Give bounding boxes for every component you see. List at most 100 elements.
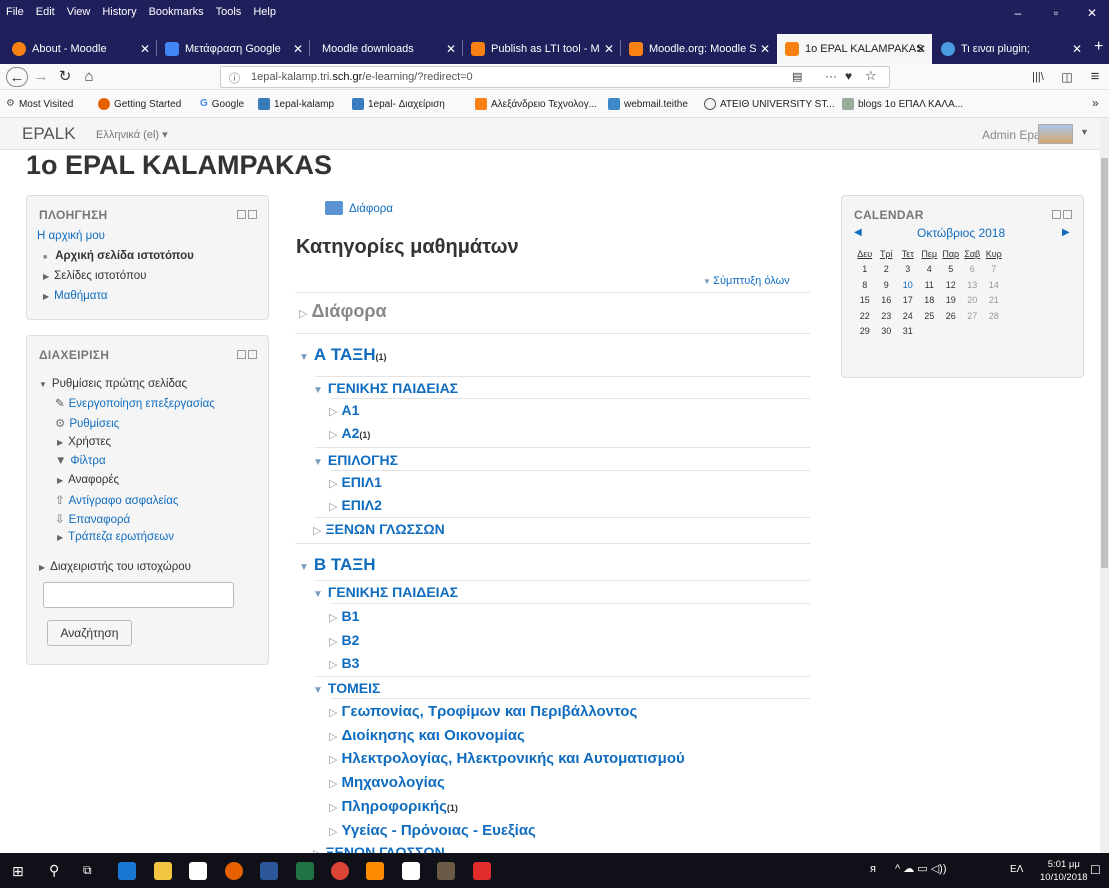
- category-ygeias[interactable]: ▷ Υγείας - Πρόνοιας - Ευεξίας: [329, 822, 536, 839]
- restore-link[interactable]: ⇩ Επαναφορά: [55, 512, 130, 526]
- nav-site-pages[interactable]: ▶ Σελίδες ιστοτόπου: [43, 270, 146, 282]
- close-tab-icon[interactable]: ✕: [446, 42, 456, 56]
- calendar-day[interactable]: 28: [983, 308, 1005, 324]
- file-explorer-icon[interactable]: [154, 862, 172, 880]
- task-view-icon[interactable]: ⧉: [83, 863, 92, 878]
- nav-my-home[interactable]: Η αρχική μου: [37, 230, 105, 242]
- acrobat-icon[interactable]: [473, 862, 491, 880]
- menu-tools[interactable]: Tools: [216, 6, 242, 18]
- bookmark-1epal-kalamp[interactable]: 1epal-kalamp: [258, 98, 334, 110]
- reports-link[interactable]: ▶ Αναφορές: [57, 474, 119, 486]
- chrome-icon[interactable]: [331, 862, 349, 880]
- search-button[interactable]: Αναζήτηση: [47, 620, 132, 646]
- admin-search-input[interactable]: [43, 582, 234, 608]
- hamburger-menu-icon[interactable]: ≡: [1084, 67, 1106, 87]
- info-icon[interactable]: ⓘ: [229, 70, 240, 86]
- calendar-day[interactable]: 21: [983, 293, 1005, 309]
- calendar-day[interactable]: 12: [940, 277, 962, 293]
- word-icon[interactable]: [260, 862, 278, 880]
- front-page-settings[interactable]: ▼ Ρυθμίσεις πρώτης σελίδας: [39, 378, 187, 390]
- back-icon[interactable]: ←: [6, 67, 28, 87]
- calendar-day[interactable]: 18: [919, 293, 941, 309]
- forward-icon[interactable]: →: [30, 67, 52, 87]
- calendar-day[interactable]: 26: [940, 308, 962, 324]
- bookmark-1epal-admin[interactable]: 1epal- Διαχείριση: [352, 98, 445, 110]
- close-tab-icon[interactable]: ✕: [140, 42, 150, 56]
- calendar-day[interactable]: 9: [876, 277, 898, 293]
- search-icon[interactable]: ⚲: [49, 862, 59, 879]
- document-icon[interactable]: [402, 862, 420, 880]
- reader-view-icon[interactable]: ▤: [792, 70, 802, 83]
- site-administration-link[interactable]: ▶ Διαχειριστής του ιστοχώρου: [39, 561, 191, 573]
- edge-icon[interactable]: [118, 862, 136, 880]
- next-month-icon[interactable]: ▶: [1062, 227, 1070, 238]
- category-pliroforikis[interactable]: ▷ Πληροφορικής(1): [329, 798, 458, 815]
- bookmark-getting-started[interactable]: Getting Started: [98, 98, 181, 110]
- backup-link[interactable]: ⇧ Αντίγραφο ασφαλείας: [55, 493, 178, 507]
- calendar-day[interactable]: 20: [962, 293, 984, 309]
- nav-site-home[interactable]: ■ Αρχική σελίδα ιστοτόπου: [43, 250, 194, 262]
- category-epil2[interactable]: ▷ ΕΠΙΛ2: [329, 497, 382, 513]
- category-dioikisis[interactable]: ▷ Διοίκησης και Οικονομίας: [329, 727, 525, 744]
- close-tab-icon[interactable]: ✕: [293, 42, 303, 56]
- calendar-day[interactable]: 7: [983, 262, 1005, 278]
- calendar-day[interactable]: 31: [897, 324, 919, 340]
- calendar-day[interactable]: 15: [854, 293, 876, 309]
- category-b-tomeis[interactable]: ▼ ΤΟΜΕΙΣ: [313, 680, 380, 696]
- calendar-day[interactable]: 2: [876, 262, 898, 278]
- library-icon[interactable]: |||\: [1027, 67, 1049, 87]
- calendar-day[interactable]: 17: [897, 293, 919, 309]
- category-b1[interactable]: ▷ Β1: [329, 608, 359, 624]
- menu-help[interactable]: Help: [253, 6, 276, 18]
- calendar-day[interactable]: 11: [919, 277, 941, 293]
- category-geoponias[interactable]: ▷ Γεωπονίας, Τροφίμων και Περιβάλλοντος: [329, 703, 637, 720]
- menu-history[interactable]: History: [102, 6, 136, 18]
- page-actions-icon[interactable]: ···: [825, 69, 837, 83]
- reload-icon[interactable]: ↻: [54, 67, 76, 87]
- settings-link[interactable]: ⚙ Ρυθμίσεις: [55, 416, 119, 430]
- site-brand[interactable]: EPALK: [22, 124, 76, 144]
- windows-start-icon[interactable]: ⊞: [12, 863, 24, 880]
- bookmark-blogs[interactable]: blogs 1ο ΕΠΑΛ ΚΑΛΑ...: [842, 98, 963, 110]
- bookmark-google[interactable]: G Google: [200, 98, 244, 110]
- taskbar-clock[interactable]: 5:01 μμ 10/10/2018: [1040, 858, 1088, 884]
- calendar-day[interactable]: 4: [919, 262, 941, 278]
- previous-month-icon[interactable]: ◀: [854, 227, 862, 238]
- restore-icon[interactable]: ▫: [1042, 6, 1070, 20]
- close-tab-icon[interactable]: ✕: [1072, 42, 1082, 56]
- calendar-day[interactable]: 29: [854, 324, 876, 340]
- calendar-day[interactable]: 3: [897, 262, 919, 278]
- calendar-day[interactable]: 23: [876, 308, 898, 324]
- close-tab-icon[interactable]: ✕: [916, 42, 926, 56]
- excel-icon[interactable]: [296, 862, 314, 880]
- close-tab-icon[interactable]: ✕: [604, 42, 614, 56]
- app-icon[interactable]: [366, 862, 384, 880]
- category-a-epilogis[interactable]: ▼ ΕΠΙΛΟΓΗΣ: [313, 452, 398, 468]
- category-a2[interactable]: ▷ Α2(1): [329, 425, 370, 441]
- turn-editing-on[interactable]: ✎ Ενεργοποίηση επεξεργασίας: [55, 396, 215, 410]
- filters-link[interactable]: ▼ Φίλτρα: [55, 455, 106, 467]
- menu-edit[interactable]: Edit: [36, 6, 55, 18]
- menu-view[interactable]: View: [67, 6, 91, 18]
- calendar-day[interactable]: 8: [854, 277, 876, 293]
- avatar[interactable]: [1038, 124, 1073, 144]
- calendar-month[interactable]: Οκτώβριος 2018: [917, 226, 1005, 240]
- category-a-xenon[interactable]: ▷ ΞΕΝΩΝ ΓΛΩΣΣΩΝ: [313, 521, 445, 537]
- firefox-icon[interactable]: [225, 862, 243, 880]
- minimize-icon[interactable]: –: [1004, 6, 1032, 20]
- close-window-icon[interactable]: ✕: [1078, 6, 1106, 20]
- collapse-all-link[interactable]: ▼ Σύμπτυξη όλων: [703, 275, 790, 287]
- category-ilektrologias[interactable]: ▷ Ηλεκτρολογίας, Ηλεκτρονικής και Αυτοματ…: [329, 750, 685, 767]
- tab-epal-kalampakas[interactable]: 1o EPAL KALAMPAKAS ✕: [777, 34, 932, 64]
- calendar-day[interactable]: 24: [897, 308, 919, 324]
- calendar-day[interactable]: 22: [854, 308, 876, 324]
- block-controls-icon[interactable]: [1050, 210, 1072, 221]
- bookmark-alexandreio[interactable]: Αλεξάνδρειο Τεχνολογ...: [475, 98, 597, 110]
- category-b2[interactable]: ▷ Β2: [329, 632, 359, 648]
- category-a1[interactable]: ▷ Α1: [329, 402, 359, 418]
- category-b3[interactable]: ▷ Β3: [329, 655, 359, 671]
- users-link[interactable]: ▶ Χρήστες: [57, 436, 111, 448]
- category-diafora[interactable]: ▷ Διάφορα: [299, 301, 387, 322]
- sidebar-icon[interactable]: ◫: [1056, 67, 1078, 87]
- page-scrollbar[interactable]: [1100, 118, 1109, 853]
